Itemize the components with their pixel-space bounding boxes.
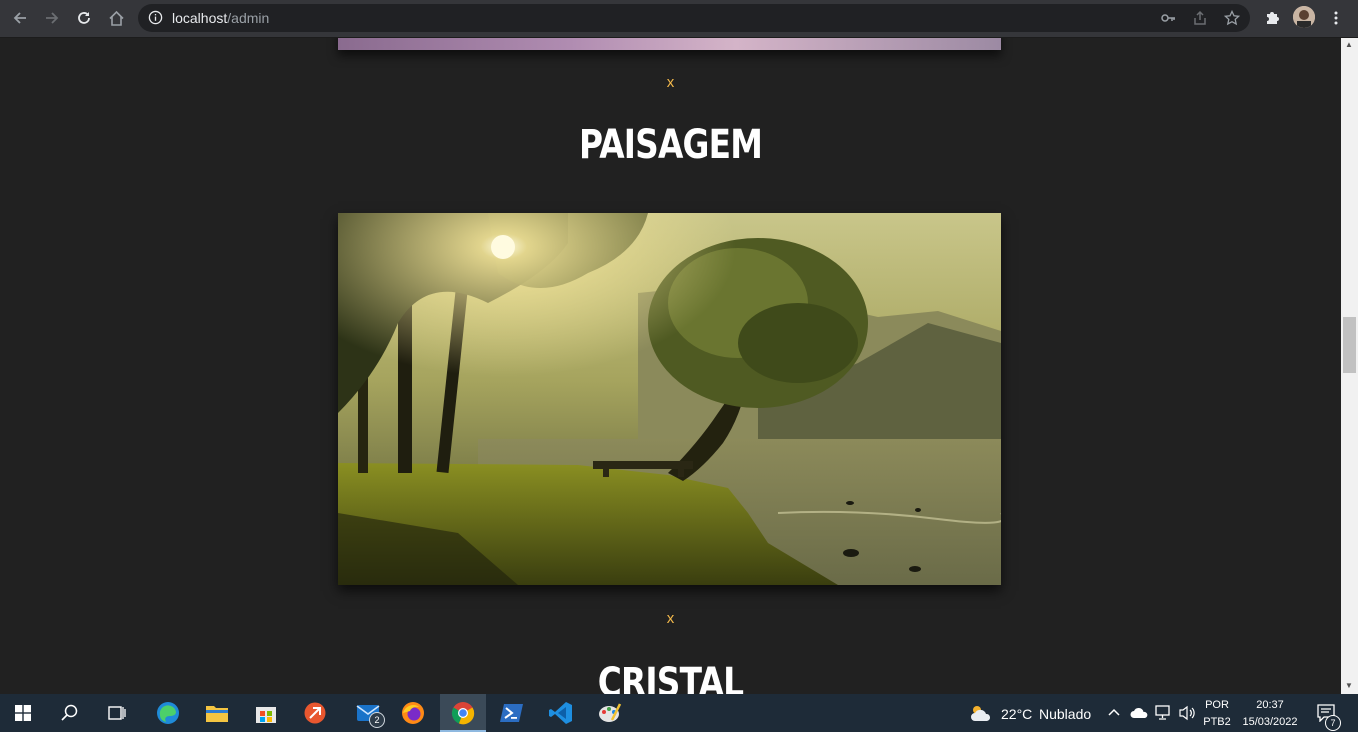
share-icon[interactable] <box>1192 10 1208 31</box>
profile-avatar[interactable] <box>1293 6 1315 28</box>
windows-start-icon[interactable] <box>0 694 46 732</box>
network-icon[interactable] <box>1155 705 1173 726</box>
clock-date[interactable]: 15/03/2022 <box>1238 716 1302 728</box>
delete-button[interactable]: x <box>0 610 1341 627</box>
notifications-badge: 7 <box>1325 715 1341 731</box>
powershell-icon[interactable] <box>489 694 535 732</box>
browser-toolbar: localhost/admin <box>0 0 1358 38</box>
next-section-title: CRISTAL <box>597 660 744 694</box>
chevron-up-icon[interactable] <box>1108 706 1120 724</box>
edge-icon[interactable] <box>145 694 191 732</box>
url-path: /admin <box>227 10 270 26</box>
chrome-icon[interactable] <box>440 694 486 732</box>
mail-badge: 2 <box>369 712 385 728</box>
star-icon[interactable] <box>1223 9 1241 31</box>
previous-image <box>338 38 1001 50</box>
more-vert-icon[interactable] <box>1322 4 1350 32</box>
language-top[interactable]: POR <box>1202 699 1232 711</box>
search-icon[interactable] <box>47 694 93 732</box>
file-explorer-icon[interactable] <box>194 694 240 732</box>
paint-icon[interactable] <box>587 694 633 732</box>
mail-icon[interactable]: 2 <box>345 694 391 732</box>
back-arrow-icon[interactable] <box>6 4 34 32</box>
firefox-icon[interactable] <box>390 694 436 732</box>
scroll-thumb[interactable] <box>1343 317 1356 373</box>
task-view-icon[interactable] <box>94 694 140 732</box>
clock-time[interactable]: 20:37 <box>1238 699 1302 711</box>
language-bottom[interactable]: PTB2 <box>1202 716 1232 728</box>
windows-taskbar: 2 22°C Nublado POR PTB2 20:37 15/03/2022… <box>0 694 1358 732</box>
forward-arrow-icon[interactable] <box>38 4 66 32</box>
address-bar[interactable]: localhost/admin <box>138 4 1250 32</box>
weather-temperature[interactable]: 22°C <box>1001 706 1032 722</box>
scroll-up-icon[interactable]: ▲ <box>1345 40 1353 49</box>
url-text: localhost/admin <box>172 10 269 26</box>
weather-cloud-icon[interactable] <box>970 704 992 727</box>
scroll-down-icon[interactable]: ▼ <box>1345 681 1353 690</box>
vscode-icon[interactable] <box>538 694 584 732</box>
url-host: localhost <box>172 10 228 26</box>
info-icon[interactable] <box>148 10 163 30</box>
puzzle-icon[interactable] <box>1258 4 1286 32</box>
home-icon[interactable] <box>102 4 130 32</box>
section-title: PAISAGEM <box>578 122 763 168</box>
weather-condition[interactable]: Nublado <box>1039 706 1091 722</box>
microsoft-store-icon[interactable] <box>243 694 289 732</box>
onedrive-cloud-icon[interactable] <box>1130 706 1148 724</box>
landscape-photo <box>338 213 1001 585</box>
volume-icon[interactable] <box>1179 705 1197 726</box>
page-content: x PAISAGEM x CRISTAL <box>0 38 1341 694</box>
delete-button[interactable]: x <box>0 74 1341 91</box>
page-scrollbar[interactable]: ▲ ▼ <box>1341 38 1358 694</box>
key-icon[interactable] <box>1160 10 1176 31</box>
reload-icon[interactable] <box>70 4 98 32</box>
git-icon[interactable] <box>292 694 338 732</box>
